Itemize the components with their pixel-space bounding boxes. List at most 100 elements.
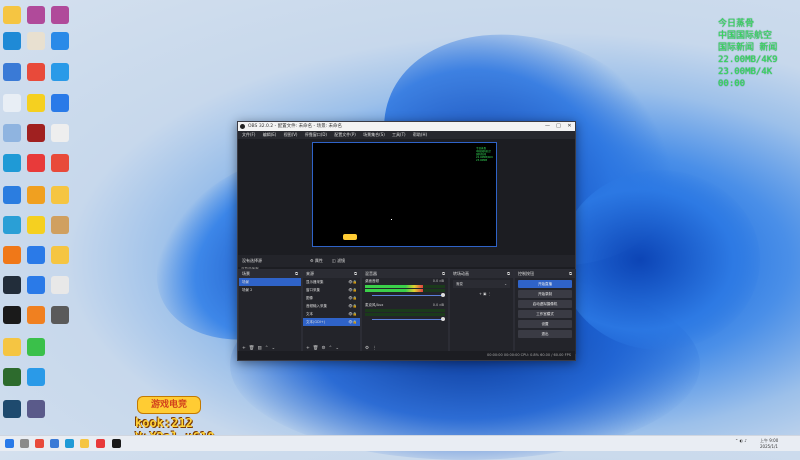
dock-float-icon[interactable]: ⧉ <box>569 270 572 278</box>
app-icon[interactable] <box>27 400 45 418</box>
dock-float-icon[interactable]: ⧉ <box>442 270 445 278</box>
watermark-logo: 游戏电竞 <box>137 396 201 414</box>
wechat-icon[interactable] <box>27 338 45 356</box>
app-icon[interactable] <box>3 246 21 264</box>
title-bar[interactable]: OBS 32.0.2 - 配置文件: 未命名 - 场景: 未命名 — □ ✕ <box>238 122 575 131</box>
source-item[interactable]: 音频输入采集 👁🔒 <box>303 302 360 310</box>
taskbar-app-icon[interactable] <box>50 439 59 448</box>
scene-item[interactable]: 场景 <box>239 278 301 286</box>
filters-button[interactable]: ◫ 滤镜 <box>332 255 345 267</box>
edge-icon[interactable] <box>65 439 74 448</box>
netease-music-icon[interactable] <box>27 154 45 172</box>
app-icon[interactable] <box>27 32 45 50</box>
network-icon[interactable] <box>3 63 21 81</box>
play-icon[interactable] <box>51 94 69 112</box>
app-icon[interactable] <box>27 216 45 234</box>
app-icon[interactable] <box>3 400 21 418</box>
obs-window[interactable]: OBS 32.0.2 - 配置文件: 未命名 - 场景: 未命名 — □ ✕ 文… <box>237 121 576 361</box>
start-recording-button[interactable]: 开始录制 <box>518 290 572 298</box>
visibility-lock-icons[interactable]: 👁🔒 <box>348 286 357 294</box>
folder-icon[interactable] <box>3 6 21 24</box>
close-button[interactable]: ✕ <box>564 122 575 131</box>
folder-icon[interactable] <box>51 186 69 204</box>
properties-button[interactable]: ⚙ 属性 <box>310 255 323 267</box>
dock-float-icon[interactable]: ⧉ <box>354 270 357 278</box>
menu-edit[interactable]: 编辑(E) <box>263 132 277 137</box>
app-icon[interactable] <box>3 216 21 234</box>
chrome-icon[interactable] <box>35 439 44 448</box>
source-item[interactable]: 图像 👁🔒 <box>303 294 360 302</box>
source-item[interactable]: 显示器采集 👁🔒 <box>303 278 360 286</box>
play-icon[interactable] <box>27 276 45 294</box>
menu-view[interactable]: 视图(V) <box>284 132 298 137</box>
menu-help[interactable]: 帮助(H) <box>413 132 427 137</box>
exit-button[interactable]: 退出 <box>518 330 572 338</box>
settings-button[interactable]: 设置 <box>518 320 572 328</box>
menu-tools[interactable]: 工具(T) <box>392 132 406 137</box>
steam-icon[interactable] <box>3 276 21 294</box>
source-item-selected[interactable]: 文本(GDI+) 👁🔒 <box>303 318 360 326</box>
app-icon[interactable] <box>27 94 45 112</box>
dock-float-icon[interactable]: ⧉ <box>507 270 510 278</box>
start-icon[interactable] <box>5 439 14 448</box>
menu-file[interactable]: 文件(F) <box>242 132 255 137</box>
vlc-icon[interactable] <box>27 306 45 324</box>
remove-icon[interactable]: ▣ <box>483 292 486 296</box>
source-item[interactable]: 窗口采集 👁🔒 <box>303 286 360 294</box>
visibility-lock-icons[interactable]: 👁🔒 <box>348 294 357 302</box>
app-icon[interactable] <box>27 368 45 386</box>
menu-docks[interactable]: 停靠窗口(D) <box>305 132 327 137</box>
visibility-lock-icons[interactable]: 👁🔒 <box>348 310 357 318</box>
obs-icon[interactable] <box>3 306 21 324</box>
start-streaming-button[interactable]: 开始直播 <box>518 280 572 288</box>
start-virtual-camera-button[interactable]: 启动虚拟摄像机 <box>518 300 572 308</box>
search-icon[interactable] <box>20 439 29 448</box>
netease-music-icon[interactable] <box>96 439 105 448</box>
tray-icons[interactable]: ⌃ ◐ ♪ <box>735 438 747 443</box>
nvidia-icon[interactable] <box>3 368 21 386</box>
chrome-icon[interactable] <box>27 63 45 81</box>
source-item[interactable]: 文本 👁🔒 <box>303 310 360 318</box>
overlay-line: 今日蒸骨 <box>718 19 755 29</box>
menu-scene-collection[interactable]: 场景集合(S) <box>363 132 385 137</box>
scene-item[interactable]: 场景 2 <box>239 286 301 294</box>
minimize-button[interactable]: — <box>542 122 553 131</box>
app-icon[interactable] <box>51 32 69 50</box>
app-icon[interactable] <box>51 306 69 324</box>
maximize-button[interactable]: □ <box>553 122 564 131</box>
slider-knob[interactable] <box>441 293 445 297</box>
recycle-bin-icon[interactable] <box>3 94 21 112</box>
visibility-lock-icons[interactable]: 👁🔒 <box>348 318 357 326</box>
edge-icon[interactable] <box>3 154 21 172</box>
transition-select[interactable]: 渐变 ⌄ <box>453 280 510 288</box>
winrar-icon[interactable] <box>51 6 69 24</box>
dock-float-icon[interactable]: ⧉ <box>295 270 298 278</box>
app-icon[interactable] <box>3 186 21 204</box>
app-icon[interactable] <box>27 124 45 142</box>
obs-icon[interactable] <box>112 439 121 448</box>
folder-icon[interactable] <box>3 338 21 356</box>
volume-slider[interactable] <box>372 293 445 297</box>
qr-code-icon[interactable] <box>51 124 69 142</box>
calendar-icon[interactable] <box>51 154 69 172</box>
app-icon[interactable] <box>51 276 69 294</box>
play-icon[interactable] <box>27 246 45 264</box>
preview-canvas[interactable]: 今日蒸骨 中国国际航空 国际新闻 22.00MB/4K9 23.00MB <box>312 142 497 247</box>
app-icon[interactable] <box>27 186 45 204</box>
winrar-icon[interactable] <box>27 6 45 24</box>
folder-icon[interactable] <box>51 246 69 264</box>
app-icon[interactable] <box>51 216 69 234</box>
studio-mode-button[interactable]: 工作室模式 <box>518 310 572 318</box>
add-icon[interactable]: + <box>479 292 482 296</box>
folder-icon[interactable] <box>80 439 89 448</box>
visibility-lock-icons[interactable]: 👁🔒 <box>348 278 357 286</box>
clock-date[interactable]: 2025/1/1 <box>760 444 778 449</box>
gear-icon[interactable]: ⋮ <box>488 292 492 296</box>
menu-profile[interactable]: 配置文件(P) <box>334 132 356 137</box>
control-panel-icon[interactable] <box>3 124 21 142</box>
monitor-icon[interactable] <box>3 32 21 50</box>
slider-knob[interactable] <box>441 317 445 321</box>
visibility-lock-icons[interactable]: 👁🔒 <box>348 302 357 310</box>
volume-slider[interactable] <box>372 317 445 321</box>
app-icon[interactable] <box>51 63 69 81</box>
